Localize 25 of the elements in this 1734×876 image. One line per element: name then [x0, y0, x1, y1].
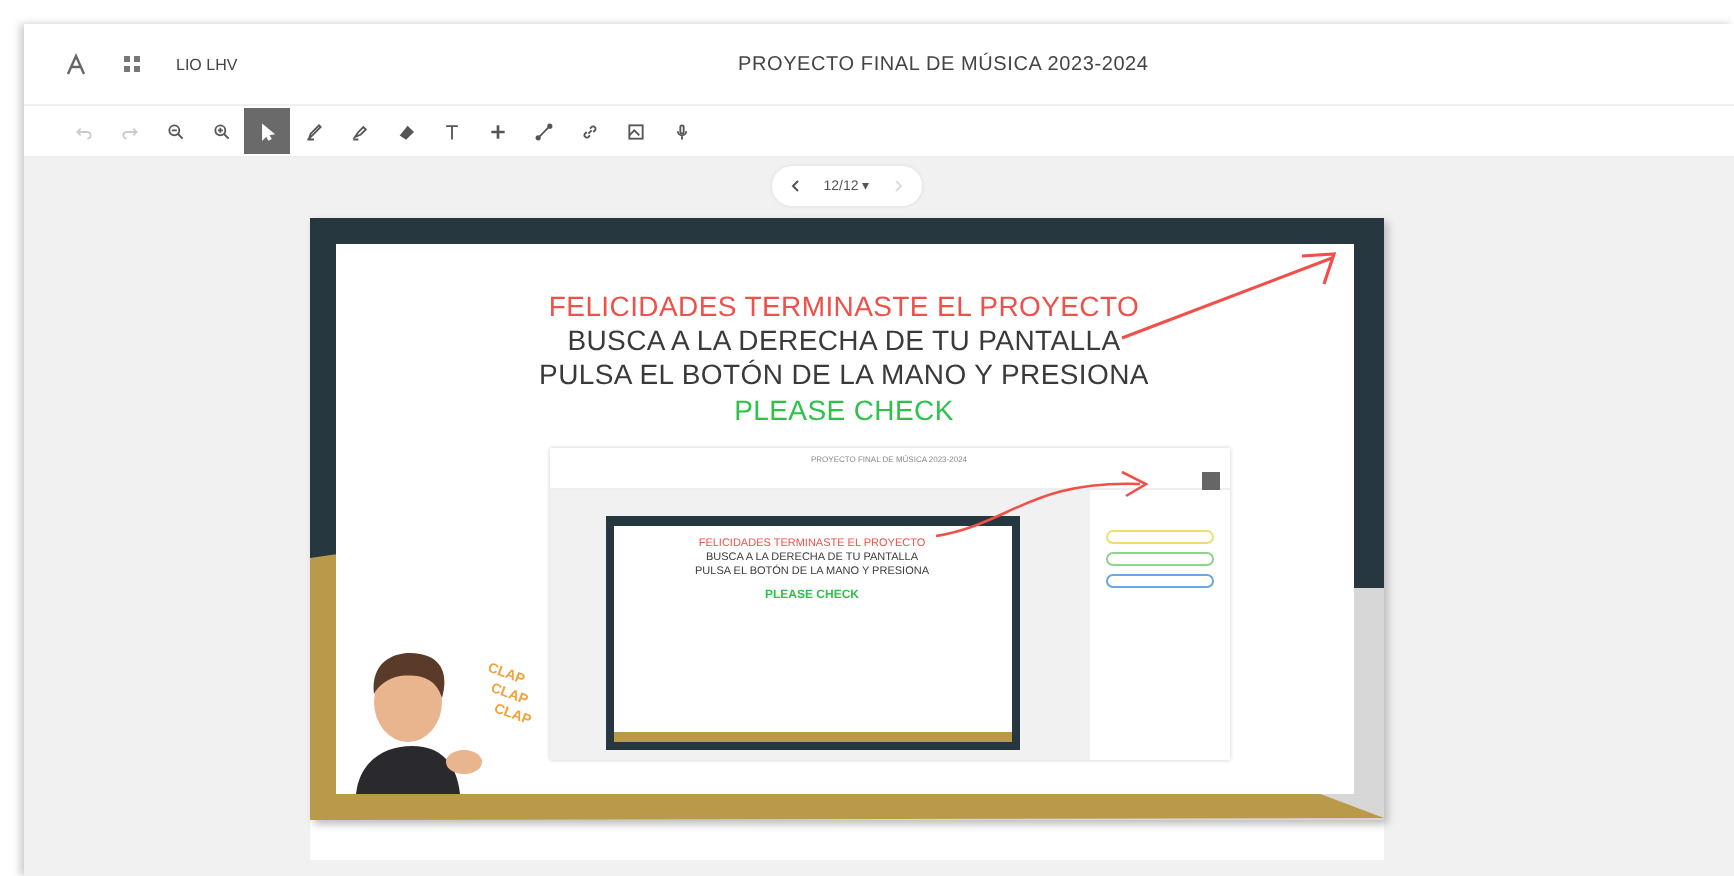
mic-icon — [671, 121, 691, 141]
plus-icon — [487, 121, 507, 141]
user-name: LIO LHV — [176, 55, 238, 73]
zoom-in-icon — [211, 121, 231, 141]
pen-icon — [303, 121, 323, 141]
select-icon — [257, 121, 277, 141]
sidebar-pill — [1105, 552, 1213, 566]
slide-text: PLEASE CHECK — [734, 392, 954, 428]
sidebar-pill — [1105, 530, 1213, 544]
image-icon — [625, 121, 645, 141]
previous-icon[interactable] — [787, 178, 804, 194]
link-icon — [579, 121, 599, 141]
slide-text: PULSA EL BOTÓN DE LA MANO Y PRESIONA — [539, 358, 1149, 392]
grid-icon[interactable] — [120, 52, 144, 76]
zoom-out-icon — [165, 121, 185, 141]
slide-text: FELICIDADES TERMINASTE EL PROYECTO — [548, 290, 1140, 324]
eraser-icon — [395, 121, 415, 141]
line-icon — [533, 121, 553, 141]
document-title: PROYECTO FINAL DE MÚSICA 2023-2024 — [738, 53, 1149, 75]
text-icon — [441, 121, 461, 141]
slide-text: BUSCA A LA DERECHA DE TU PANTALLA — [567, 324, 1121, 358]
sidebar-pill — [1105, 574, 1213, 588]
select-tool[interactable] — [244, 108, 290, 154]
highlighter-icon — [349, 121, 369, 141]
user-icon[interactable] — [64, 52, 88, 76]
